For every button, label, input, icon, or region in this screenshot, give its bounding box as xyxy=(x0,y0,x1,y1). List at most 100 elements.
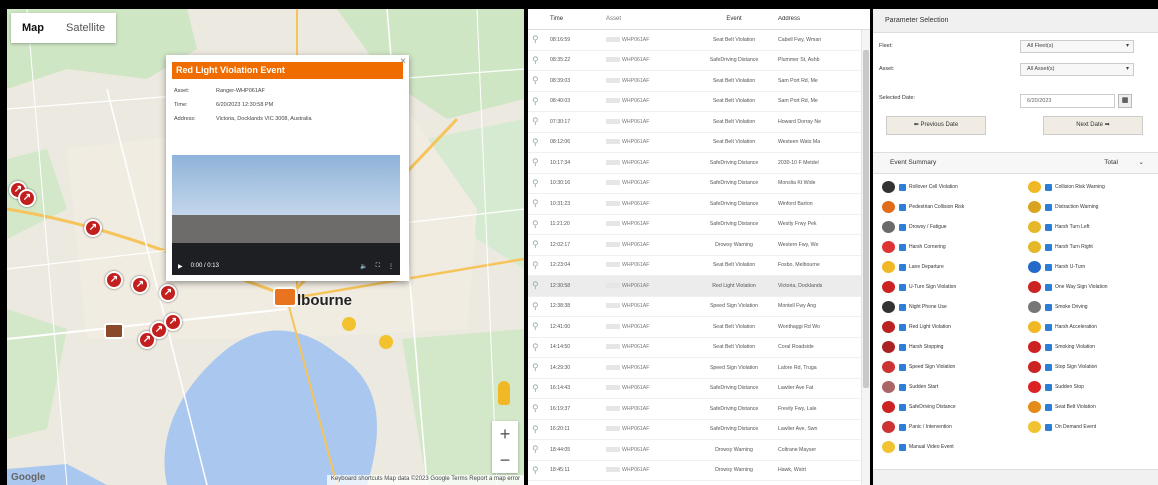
zoom-to-event-icon[interactable]: ⚲ xyxy=(528,219,544,230)
asset-select[interactable]: All Asset(s) ▾ xyxy=(1020,63,1134,76)
table-row[interactable]: ⚲ 14:14:50 WHP061AF Seat Belt Violation Cora… xyxy=(528,338,870,358)
event-checkbox[interactable] xyxy=(899,183,906,191)
fullscreen-icon[interactable]: ⛶ xyxy=(376,263,380,270)
event-checkbox[interactable] xyxy=(1045,423,1052,431)
zoom-to-event-icon[interactable]: ⚲ xyxy=(528,198,544,209)
event-marker[interactable]: ↗ xyxy=(159,284,177,302)
event-marker[interactable] xyxy=(342,317,356,331)
event-checkbox[interactable] xyxy=(1045,183,1052,191)
table-row[interactable]: ⚲ 08:39:03 WHP061AF Seat Belt Violation Sam … xyxy=(528,71,870,92)
zoom-to-event-icon[interactable]: ⚲ xyxy=(528,465,544,476)
event-filter-item[interactable]: Panic / Intervention xyxy=(882,421,952,433)
table-row[interactable]: ⚲ 16:20:11 WHP061AF SafeDriving Distance Law… xyxy=(528,420,870,440)
zoom-to-event-icon[interactable]: ⚲ xyxy=(528,424,544,435)
event-filter-item[interactable]: SafeDriving Distance xyxy=(882,401,956,413)
event-filter-item[interactable]: Seat Belt Violation xyxy=(1028,401,1096,413)
event-checkbox[interactable] xyxy=(899,263,906,271)
event-filter-item[interactable]: Lane Departure xyxy=(882,261,944,273)
map-tab[interactable]: Map xyxy=(11,13,55,43)
zoom-to-event-icon[interactable]: ⚲ xyxy=(528,280,544,291)
zoom-to-event-icon[interactable]: ⚲ xyxy=(528,96,544,107)
event-filter-item[interactable]: Collision Risk Warning xyxy=(1028,181,1105,193)
table-row[interactable]: ⚲ 12:02:17 WHP061AF Drowsy Warning Western F… xyxy=(528,235,870,256)
event-filter-item[interactable]: Manual Video Event xyxy=(882,441,954,453)
table-row[interactable]: ⚲ 12:38:38 WHP061AF Speed Sign Violation Mon… xyxy=(528,297,870,317)
zoom-out-button[interactable]: − xyxy=(492,447,518,473)
event-filter-item[interactable]: On Demand Event xyxy=(1028,421,1096,433)
event-checkbox[interactable] xyxy=(899,203,906,211)
column-header-asset[interactable]: Asset xyxy=(592,16,694,22)
volume-icon[interactable]: 🔈 xyxy=(360,263,367,270)
event-filter-item[interactable]: Drowsy / Fatigue xyxy=(882,221,947,233)
zoom-to-event-icon[interactable]: ⚲ xyxy=(528,137,544,148)
scrollbar-thumb[interactable] xyxy=(863,50,869,388)
zoom-to-event-icon[interactable]: ⚲ xyxy=(528,301,544,312)
event-filter-item[interactable]: Red Light Violation xyxy=(882,321,951,333)
table-row[interactable]: ⚲ 08:40:03 WHP061AF Seat Belt Violation Sam … xyxy=(528,92,870,112)
zoom-to-event-icon[interactable]: ⚲ xyxy=(528,321,544,332)
table-row[interactable]: ⚲ 18:44:05 WHP061AF Drowsy Warning Coltrane … xyxy=(528,440,870,461)
event-checkbox[interactable] xyxy=(1045,323,1052,331)
event-filter-item[interactable]: U-Turn Sign Violation xyxy=(882,281,956,293)
table-row[interactable]: ⚲ 16:19:37 WHP061AF SafeDriving Distance Fre… xyxy=(528,399,870,420)
event-filter-item[interactable]: Harsh Acceleration xyxy=(1028,321,1097,333)
street-view-pegman-icon[interactable] xyxy=(498,381,510,405)
event-filter-item[interactable]: Harsh Cornering xyxy=(882,241,946,253)
event-filter-item[interactable]: Rollover Cell Violation xyxy=(882,181,958,193)
table-row[interactable]: ⚲ 18:45:11 WHP061AF Drowsy Warning Hawk, Wst… xyxy=(528,461,870,481)
column-header-address[interactable]: Address xyxy=(774,16,840,22)
event-checkbox[interactable] xyxy=(899,403,906,411)
event-checkbox[interactable] xyxy=(1045,383,1052,391)
event-filter-item[interactable]: Pedestrian Collision Risk xyxy=(882,201,964,213)
event-checkbox[interactable] xyxy=(1045,243,1052,251)
event-checkbox[interactable] xyxy=(1045,303,1052,311)
panel-horizontal-scrollbar[interactable] xyxy=(873,469,1158,485)
zoom-to-event-icon[interactable]: ⚲ xyxy=(528,403,544,414)
event-marker[interactable]: ↗ xyxy=(18,189,36,207)
event-video-player[interactable]: ▶ 0:00 / 0:13 🔈 ⛶ ⋮ xyxy=(172,155,400,275)
event-checkbox[interactable] xyxy=(899,323,906,331)
play-icon[interactable]: ▶ xyxy=(178,263,183,270)
table-row[interactable]: ⚲ 08:12:06 WHP061AF Seat Belt Violation West… xyxy=(528,133,870,153)
event-checkbox[interactable] xyxy=(899,303,906,311)
event-marker[interactable] xyxy=(104,323,124,339)
table-row[interactable]: ⚲ 08:16:59 WHP061AF Seat Belt Violation Cabe… xyxy=(528,30,870,51)
event-filter-item[interactable]: Distraction Warning xyxy=(1028,201,1098,213)
chevron-down-icon[interactable]: ⌄ xyxy=(1139,153,1144,173)
calendar-icon[interactable]: ▦ xyxy=(1118,94,1132,108)
event-checkbox[interactable] xyxy=(899,223,906,231)
event-checkbox[interactable] xyxy=(1045,263,1052,271)
date-input[interactable]: 6/20/2023 xyxy=(1020,94,1115,108)
zoom-to-event-icon[interactable]: ⚲ xyxy=(528,157,544,168)
event-filter-item[interactable]: Night Phone Use xyxy=(882,301,947,313)
event-marker[interactable]: ↗ xyxy=(164,313,182,331)
zoom-to-event-icon[interactable]: ⚲ xyxy=(528,75,544,86)
event-marker[interactable]: ↗ xyxy=(84,219,102,237)
event-checkbox[interactable] xyxy=(1045,223,1052,231)
zoom-in-button[interactable]: + xyxy=(492,421,518,447)
zoom-to-event-icon[interactable]: ⚲ xyxy=(528,116,544,127)
event-checkbox[interactable] xyxy=(899,423,906,431)
table-row[interactable]: ⚲ 07:30:17 WHP061AF Seat Belt Violation Howa… xyxy=(528,112,870,133)
column-header-event[interactable]: Event xyxy=(694,16,774,22)
table-row[interactable]: ⚲ 16:14:43 WHP061AF SafeDriving Distance Law… xyxy=(528,379,870,399)
previous-date-button[interactable]: ⬅ Previous Date xyxy=(886,116,986,135)
table-row[interactable]: ⚲ 10:30:16 WHP061AF SafeDriving Distance Mon… xyxy=(528,174,870,194)
satellite-tab[interactable]: Satellite xyxy=(55,13,116,43)
event-filter-item[interactable]: One Way Sign Violation xyxy=(1028,281,1108,293)
event-filter-item[interactable]: Harsh U-Turn xyxy=(1028,261,1085,273)
event-checkbox[interactable] xyxy=(1045,203,1052,211)
event-filter-item[interactable]: Harsh Turn Left xyxy=(1028,221,1089,233)
selected-event-marker[interactable] xyxy=(273,287,297,307)
next-date-button[interactable]: Next Date ➡ xyxy=(1043,116,1143,135)
event-checkbox[interactable] xyxy=(899,343,906,351)
table-row[interactable]: ⚲ 12:30:58 WHP061AF Red Light Violation Vict… xyxy=(528,276,870,297)
table-row[interactable]: ⚲ 11:21:20 WHP061AF SafeDriving Distance Wes… xyxy=(528,215,870,235)
event-checkbox[interactable] xyxy=(899,283,906,291)
zoom-to-event-icon[interactable]: ⚲ xyxy=(528,34,544,45)
event-marker[interactable]: ↗ xyxy=(131,276,149,294)
zoom-to-event-icon[interactable]: ⚲ xyxy=(528,55,544,66)
zoom-to-event-icon[interactable]: ⚲ xyxy=(528,178,544,189)
event-checkbox[interactable] xyxy=(899,383,906,391)
event-filter-item[interactable]: Smoke Driving xyxy=(1028,301,1088,313)
